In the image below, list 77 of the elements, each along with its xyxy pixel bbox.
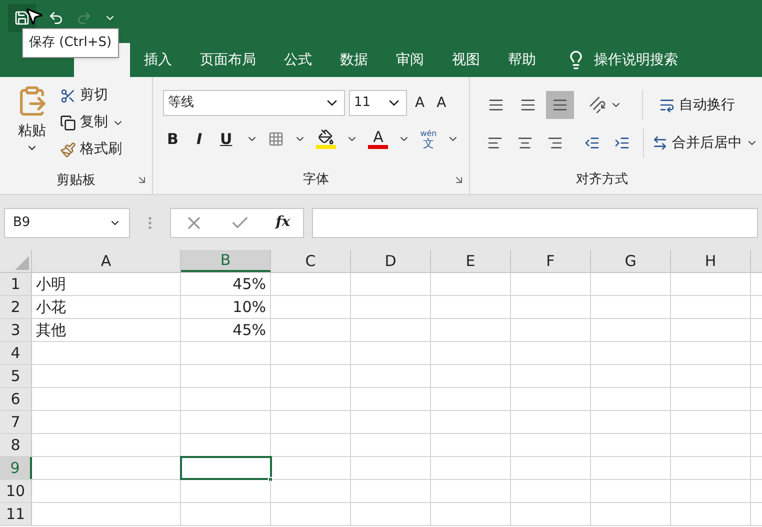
table-cell-text: 小明 [36, 274, 66, 295]
group-label: 字体 [303, 170, 329, 188]
underline-button[interactable]: U [216, 128, 236, 150]
align-left-icon[interactable] [487, 135, 503, 151]
row-header[interactable]: 9 [0, 457, 32, 479]
fill-handle[interactable] [268, 477, 273, 482]
ribbon-tab[interactable]: 插入 [130, 43, 186, 77]
font-color-button[interactable]: A [368, 130, 388, 149]
ribbon-tab[interactable]: 帮助 [494, 43, 550, 77]
format-painter-button[interactable]: 格式刷 [60, 139, 124, 160]
decrease-indent-icon[interactable] [584, 135, 600, 151]
wrap-text-icon [659, 97, 675, 113]
arrows-icon [652, 135, 668, 151]
font-size-field[interactable]: 11 [349, 90, 407, 116]
vertical-align-button[interactable] [546, 91, 574, 119]
align-right-icon[interactable] [547, 135, 563, 151]
scissors-icon [60, 88, 76, 104]
table-cell-text: 小花 [36, 296, 66, 318]
bold-button[interactable]: B [163, 128, 182, 150]
mouse-pointer-icon [24, 6, 44, 26]
column-header[interactable]: E [431, 250, 511, 272]
cut-button[interactable]: 剪切 [60, 85, 124, 106]
ribbon-tab[interactable]: 审阅 [382, 43, 438, 77]
table-cell-text: 45% [232, 274, 266, 295]
insert-function-button[interactable]: fx [276, 212, 290, 233]
ribbon-tab[interactable]: 视图 [438, 43, 494, 77]
paintbrush-icon [60, 142, 76, 158]
align-center-icon[interactable] [517, 135, 533, 151]
borders-icon[interactable] [268, 131, 284, 148]
fill-color-button[interactable] [316, 129, 336, 150]
ribbon-tab[interactable]: 页面布局 [186, 43, 270, 77]
tell-me-search[interactable]: 操作说明搜索 [594, 50, 678, 70]
group-label: 剪贴板 [56, 172, 96, 190]
lines-icon [488, 97, 504, 113]
merge-center-button[interactable]: 合并后居中 [652, 132, 742, 154]
column-header[interactable]: B [181, 250, 271, 272]
ribbon-tab[interactable]: 公式 [270, 43, 326, 77]
save-icon [14, 10, 30, 26]
wrap-text-button[interactable]: 自动换行 [659, 94, 735, 116]
row-header[interactable]: 10 [0, 480, 32, 502]
increase-indent-icon[interactable] [614, 135, 630, 151]
row-header[interactable]: 6 [0, 388, 32, 410]
row-header[interactable]: 2 [0, 296, 32, 318]
ribbon-tab[interactable]: 数据 [326, 43, 382, 77]
group-label: 对齐方式 [576, 170, 628, 188]
row-header[interactable]: 4 [0, 342, 32, 364]
column-header[interactable]: G [591, 250, 671, 272]
font-name-field[interactable]: 等线 [163, 90, 345, 116]
lines-icon [552, 97, 568, 113]
column-header[interactable]: F [511, 250, 591, 272]
row-header[interactable]: 7 [0, 411, 32, 433]
paste-button[interactable]: 粘贴 [12, 85, 52, 168]
column-header[interactable]: H [671, 250, 751, 272]
column-header[interactable]: D [351, 250, 431, 272]
table-cell-text: 10% [232, 296, 266, 318]
table-cell-text: 其他 [36, 320, 66, 341]
italic-button[interactable]: I [192, 128, 206, 150]
dialog-launcher-icon[interactable] [453, 174, 465, 186]
dialog-launcher-icon[interactable] [136, 174, 148, 186]
undo-icon[interactable] [48, 10, 64, 26]
phonetic-button[interactable]: wén 文 [420, 130, 437, 149]
paint-bucket-icon [318, 129, 334, 146]
row-header[interactable]: 3 [0, 319, 32, 341]
lines-icon [520, 97, 536, 113]
tooltip: 保存 (Ctrl+S) [22, 28, 119, 58]
formula-field[interactable] [312, 208, 758, 238]
row-header[interactable]: 5 [0, 365, 32, 387]
row-header[interactable]: 8 [0, 434, 32, 456]
row-header[interactable]: 1 [0, 273, 32, 295]
column-header[interactable]: C [271, 250, 351, 272]
name-box[interactable]: B9 [4, 208, 130, 238]
row-header[interactable]: 11 [0, 503, 32, 525]
grow-font-button[interactable]: A [411, 92, 429, 114]
copy-icon [60, 114, 76, 130]
shrink-font-button[interactable]: A [432, 92, 450, 114]
copy-button[interactable]: 复制 [60, 112, 108, 133]
table-cell-text: 45% [232, 320, 266, 341]
